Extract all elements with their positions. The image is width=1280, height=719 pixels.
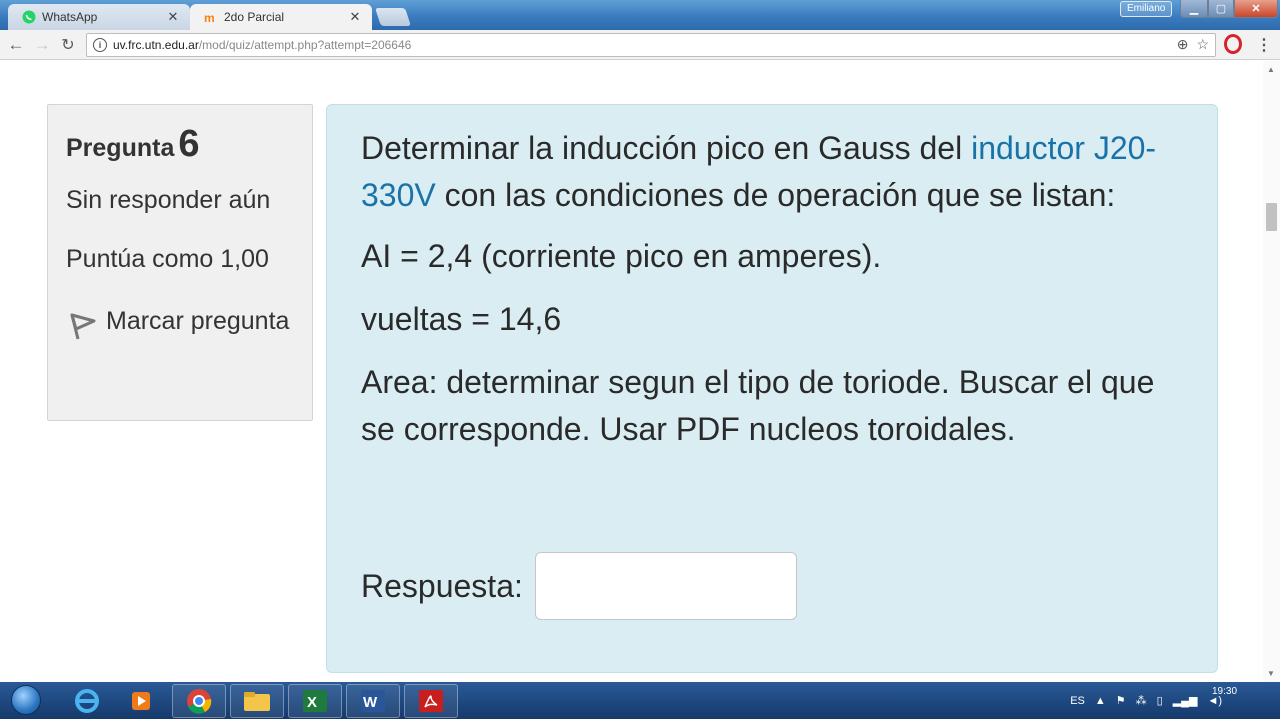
svg-text:m: m xyxy=(204,11,215,24)
question-text-intro: Determinar la inducción pico en Gauss de… xyxy=(361,125,1183,219)
browser-toolbar: ← → ↻ i uv.frc.utn.edu.ar/mod/quiz/attem… xyxy=(0,30,1280,60)
flag-question-link[interactable]: Marcar pregunta xyxy=(66,298,294,344)
question-number: Pregunta 6 xyxy=(66,123,294,166)
close-window-button[interactable]: ✕ xyxy=(1234,0,1278,18)
maximize-button[interactable]: ▢ xyxy=(1208,0,1234,18)
scroll-thumb[interactable] xyxy=(1266,203,1277,231)
question-label: Pregunta xyxy=(66,134,175,162)
close-icon[interactable]: ✕ xyxy=(348,9,362,25)
media-player-icon[interactable] xyxy=(114,684,168,718)
svg-text:X: X xyxy=(307,694,317,711)
question-grade: Puntúa como 1,00 xyxy=(66,245,269,273)
question-number-value: 6 xyxy=(178,123,200,165)
whatsapp-icon xyxy=(22,10,36,24)
new-tab-button[interactable] xyxy=(375,8,411,26)
url-path: /mod/quiz/attempt.php?attempt=206646 xyxy=(198,38,412,52)
svg-text:W: W xyxy=(363,694,378,711)
language-indicator[interactable]: ES xyxy=(1070,695,1085,707)
reload-icon[interactable]: ↻ xyxy=(58,35,78,55)
question-turns-line: vueltas = 14,6 xyxy=(361,301,562,337)
power-tray-icon[interactable]: ▯ xyxy=(1157,694,1163,707)
flag-label[interactable]: Marcar pregunta xyxy=(106,307,289,335)
back-arrow-icon[interactable]: ← xyxy=(6,35,26,55)
tab-whatsapp[interactable]: WhatsApp ✕ xyxy=(8,4,190,30)
chrome-icon[interactable] xyxy=(172,684,226,718)
close-icon[interactable]: ✕ xyxy=(166,9,180,25)
start-button[interactable] xyxy=(4,682,44,719)
info-icon[interactable]: i xyxy=(93,38,107,52)
tab-2do-parcial[interactable]: m 2do Parcial ✕ xyxy=(190,4,372,30)
answer-label: Respuesta: xyxy=(361,567,523,604)
network-tray-icon[interactable]: ⁂ xyxy=(1136,694,1147,707)
internet-explorer-icon[interactable] xyxy=(60,684,114,718)
tab-label: 2do Parcial xyxy=(224,10,285,24)
scroll-up-icon[interactable]: ▲ xyxy=(1267,65,1275,74)
flag-tray-icon[interactable]: ⚑ xyxy=(1116,694,1126,707)
windows-taskbar: X W ES ▲ ⚑ ⁂ ▯ ▂▄▆ ◄) xyxy=(0,682,1280,719)
answer-row: Respuesta: xyxy=(361,552,797,620)
signal-icon[interactable]: ▂▄▆ xyxy=(1173,694,1198,707)
clock[interactable]: 19:30 xyxy=(1212,686,1237,697)
opera-extension-icon[interactable] xyxy=(1224,34,1242,54)
answer-input[interactable] xyxy=(534,552,797,620)
excel-icon[interactable]: X xyxy=(288,684,342,718)
browser-tab-strip: WhatsApp ✕ m 2do Parcial ✕ Emiliano ▁ ▢ … xyxy=(0,0,1280,30)
forward-arrow-icon[interactable]: → xyxy=(32,35,52,55)
acrobat-icon[interactable] xyxy=(404,684,458,718)
question-current-line: AI = 2,4 (corriente pico en amperes). xyxy=(361,238,882,274)
page-scrollbar[interactable]: ▲ ▼ xyxy=(1263,61,1280,682)
flag-icon[interactable] xyxy=(66,307,98,341)
moodle-icon: m xyxy=(204,10,218,24)
question-area-line: Area: determinar segun el tipo de toriod… xyxy=(361,364,1155,447)
tab-label: WhatsApp xyxy=(42,10,98,24)
windows-logo-icon xyxy=(11,685,41,715)
question-text-after-link: con las condiciones de operación que se … xyxy=(435,177,1116,213)
show-hidden-icons-icon[interactable]: ▲ xyxy=(1095,695,1106,707)
system-tray: ES ▲ ⚑ ⁂ ▯ ▂▄▆ ◄) xyxy=(1070,682,1272,719)
menu-icon[interactable]: ⋮ xyxy=(1256,35,1272,55)
profile-button[interactable]: Emiliano xyxy=(1120,1,1173,17)
question-state: Sin responder aún xyxy=(66,186,271,214)
file-explorer-icon[interactable] xyxy=(230,684,284,718)
url-host: uv.frc.utn.edu.ar xyxy=(113,38,199,52)
scroll-down-icon[interactable]: ▼ xyxy=(1267,669,1275,678)
word-icon[interactable]: W xyxy=(346,684,400,718)
question-formulation: Determinar la inducción pico en Gauss de… xyxy=(326,104,1218,673)
minimize-button[interactable]: ▁ xyxy=(1180,0,1208,18)
zoom-icon[interactable]: ⊕ xyxy=(1177,36,1189,53)
question-info-panel: Pregunta 6 Sin responder aún Puntúa como … xyxy=(47,104,313,421)
bookmark-star-icon[interactable]: ☆ xyxy=(1196,36,1209,53)
question-text-before-link: Determinar la inducción pico en Gauss de… xyxy=(361,130,972,166)
address-bar[interactable]: i uv.frc.utn.edu.ar/mod/quiz/attempt.php… xyxy=(86,33,1216,57)
